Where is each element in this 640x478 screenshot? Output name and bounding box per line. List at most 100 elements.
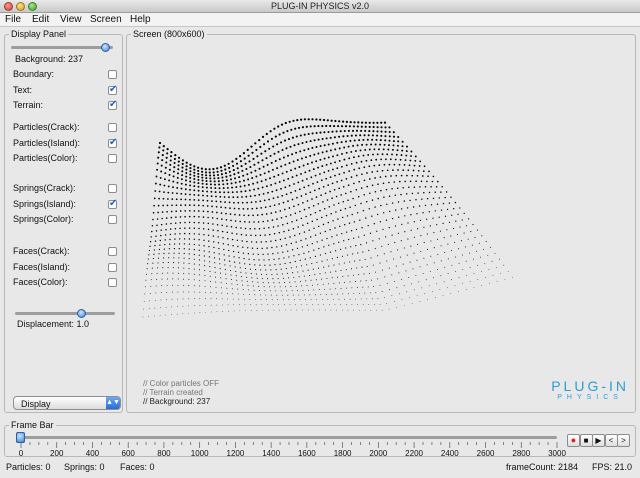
- terrain-point: [170, 151, 173, 154]
- terrain-point: [346, 287, 347, 289]
- displacement-slider-track[interactable]: [15, 312, 115, 315]
- checkbox-row[interactable]: Text:: [13, 84, 117, 97]
- checkbox-row[interactable]: Particles(Color):: [13, 153, 117, 165]
- terrain-point: [287, 154, 289, 157]
- background-slider-knob[interactable]: [100, 43, 110, 52]
- menu-screen[interactable]: Screen: [90, 14, 122, 25]
- terrain-point: [270, 240, 272, 242]
- terrain-point: [235, 270, 237, 273]
- checkbox[interactable]: [108, 154, 117, 163]
- step-forward-button[interactable]: >: [617, 434, 630, 447]
- checkbox-row[interactable]: Faces(Island):: [13, 262, 117, 274]
- checkbox[interactable]: [108, 84, 117, 95]
- terrain-point: [313, 309, 315, 311]
- terrain-point: [330, 119, 333, 122]
- record-button[interactable]: ●: [567, 434, 580, 447]
- terrain-point: [151, 267, 153, 269]
- terrain-point: [310, 176, 313, 179]
- terrain-point: [380, 126, 383, 129]
- terrain-point: [377, 197, 379, 200]
- checkbox-row[interactable]: Springs(Color):: [13, 214, 117, 226]
- terrain-point: [238, 214, 241, 216]
- terrain-point: [356, 267, 358, 269]
- terrain-point: [240, 165, 243, 168]
- terrain-point: [311, 220, 314, 223]
- checkbox[interactable]: [108, 198, 117, 209]
- terrain-point: [329, 229, 331, 231]
- checkbox-row[interactable]: Springs(Island):: [13, 198, 117, 211]
- terrain-point: [371, 134, 374, 137]
- terrain-point: [397, 249, 399, 251]
- frame-tick-label: 2200: [405, 449, 423, 458]
- checkbox[interactable]: [108, 137, 117, 148]
- terrain-point: [385, 219, 388, 221]
- terrain-point: [199, 279, 201, 281]
- play-button[interactable]: ▶: [592, 434, 605, 447]
- terrain-point: [205, 311, 206, 313]
- terrain-point: [368, 130, 371, 133]
- checkbox-row[interactable]: Faces(Crack):: [13, 246, 117, 258]
- checkbox-row[interactable]: Faces(Color):: [13, 277, 117, 289]
- checkbox[interactable]: [108, 99, 117, 110]
- terrain-point: [302, 224, 304, 226]
- terrain-point: [208, 256, 211, 258]
- terrain-point: [280, 141, 283, 144]
- terrain-point: [277, 125, 280, 128]
- mode-select[interactable]: Display ▲▼: [13, 396, 121, 410]
- menu-edit[interactable]: Edit: [32, 14, 49, 25]
- terrain-point: [327, 170, 330, 172]
- terrain-point: [231, 160, 234, 163]
- terrain-point: [360, 202, 362, 205]
- checkbox[interactable]: [108, 247, 117, 256]
- menu-file[interactable]: File: [5, 14, 21, 25]
- terrain-point: [377, 298, 379, 300]
- menu-view[interactable]: View: [60, 14, 82, 25]
- terrain-point: [158, 197, 160, 200]
- terrain-point: [311, 146, 314, 149]
- terrain-point: [315, 146, 318, 148]
- terrain-point: [340, 141, 343, 144]
- step-back-button[interactable]: <: [604, 434, 618, 447]
- particles-count: Particles: 0: [6, 462, 51, 472]
- terrain-point: [343, 171, 345, 174]
- terrain-point: [341, 216, 344, 219]
- displacement-slider-knob[interactable]: [77, 309, 86, 318]
- checkbox[interactable]: [108, 215, 117, 224]
- terrain-point: [188, 298, 190, 300]
- checkbox-row[interactable]: Boundary:: [13, 69, 117, 81]
- terrain-point: [395, 174, 398, 177]
- terrain-point: [391, 148, 394, 151]
- terrain-canvas[interactable]: [127, 35, 635, 412]
- terrain-point: [177, 284, 179, 286]
- terrain-point: [430, 240, 432, 242]
- terrain-point: [239, 185, 242, 188]
- terrain-point: [403, 285, 405, 287]
- terrain-point: [294, 299, 295, 301]
- checkbox-label: Boundary:: [13, 69, 55, 79]
- terrain-point: [248, 258, 250, 260]
- checkbox[interactable]: [108, 123, 117, 132]
- checkbox[interactable]: [108, 278, 117, 287]
- terrain-point: [213, 180, 216, 183]
- checkbox-row[interactable]: Terrain:: [13, 99, 117, 112]
- terrain-point: [282, 224, 284, 226]
- menu-help[interactable]: Help: [130, 14, 151, 25]
- checkbox[interactable]: [108, 70, 117, 79]
- terrain-point: [415, 198, 417, 201]
- terrain-point: [354, 134, 358, 137]
- terrain-point: [266, 273, 268, 276]
- terrain-point: [154, 307, 156, 309]
- checkbox-row[interactable]: Particles(Crack):: [13, 122, 117, 134]
- terrain-point: [427, 175, 429, 178]
- checkbox-label: Particles(Color):: [13, 153, 78, 163]
- checkbox[interactable]: [108, 184, 117, 193]
- terrain-point: [452, 227, 455, 229]
- terrain-point: [239, 310, 241, 312]
- stop-button[interactable]: ■: [579, 434, 593, 447]
- checkbox[interactable]: [108, 262, 117, 272]
- terrain-point: [344, 298, 345, 300]
- checkbox-row[interactable]: Springs(Crack):: [13, 183, 117, 195]
- background-slider-track[interactable]: [11, 46, 113, 49]
- terrain-point: [246, 148, 249, 151]
- checkbox-row[interactable]: Particles(Island):: [13, 137, 117, 150]
